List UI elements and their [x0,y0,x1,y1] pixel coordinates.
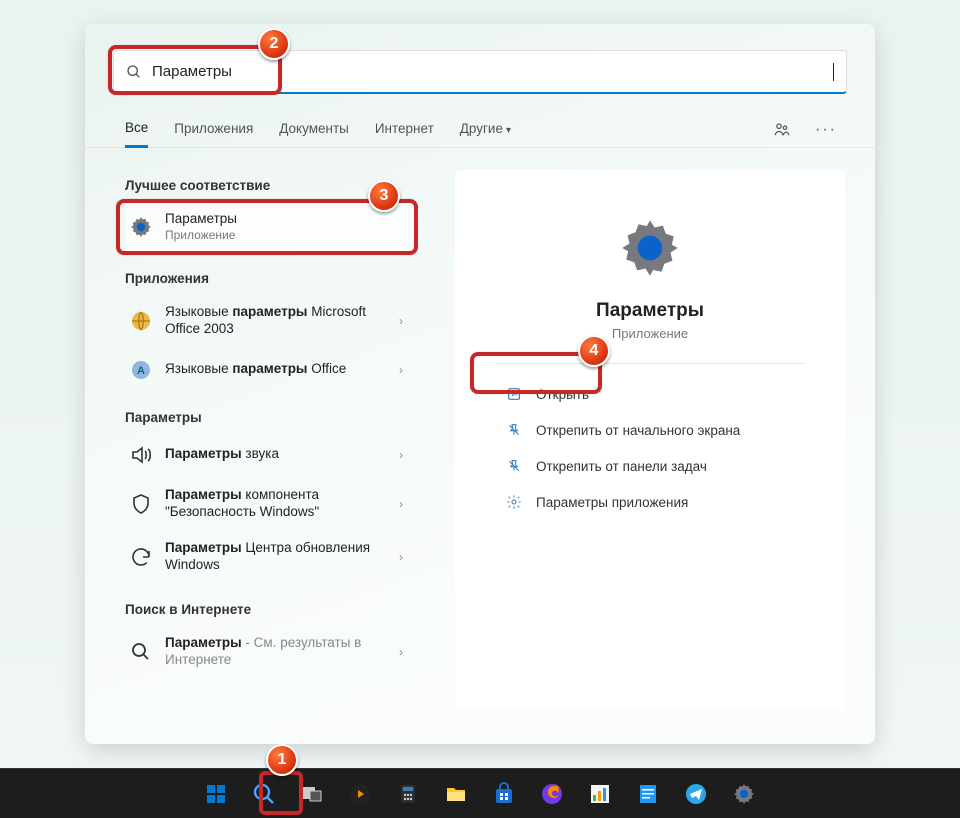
tab-documents[interactable]: Документы [279,113,349,146]
chevron-right-icon: › [399,314,409,328]
results-list: Лучшее соответствие Параметры Приложение… [85,148,425,744]
accounts-icon[interactable] [773,121,791,139]
text-cursor [833,63,834,81]
preview-subtitle: Приложение [612,326,688,341]
preview-pane: Параметры Приложение Открыть Открепить о… [455,170,845,710]
tab-apps[interactable]: Приложения [174,113,253,146]
result-web-search[interactable]: Параметры - См. результаты в Интернете › [125,625,419,679]
annotation-badge-3: 3 [368,180,400,212]
result-title: Параметры [165,211,409,228]
taskbar-notes-icon[interactable] [628,774,668,814]
settings-gear-icon-large [618,216,682,280]
search-icon [126,64,142,80]
more-options-icon[interactable]: ··· [817,121,835,139]
taskbar-start-button[interactable] [196,774,236,814]
tab-more[interactable]: Другие▾ [460,113,511,146]
svg-text:A: A [137,365,145,377]
taskbar-explorer-icon[interactable] [436,774,476,814]
taskbar-media-icon[interactable] [340,774,380,814]
action-label: Параметры приложения [536,495,688,510]
tab-web[interactable]: Интернет [375,113,434,146]
annotation-badge-1: 1 [266,744,298,776]
tab-all[interactable]: Все [125,112,148,148]
sound-icon [129,443,153,467]
action-label: Открыть [536,387,589,402]
taskbar-telegram-icon[interactable] [676,774,716,814]
preview-title: Параметры [596,300,704,322]
taskbar-calculator-icon[interactable] [388,774,428,814]
search-input-box[interactable]: Параметры [113,50,847,94]
result-security-settings[interactable]: Параметры компонента "Безопасность Windo… [125,477,419,531]
section-apps: Приложения [125,271,419,286]
annotation-badge-4: 4 [578,335,610,367]
result-title: Параметры - См. результаты в Интернете [165,635,387,669]
divider [496,363,804,364]
settings-gear-icon [129,215,153,239]
refresh-icon [129,545,153,569]
unpin-icon [506,422,522,438]
search-results-panel: Параметры Все Приложения Документы Интер… [85,24,875,744]
chevron-right-icon: › [399,363,409,377]
result-sound-settings[interactable]: Параметры звука › [125,433,419,477]
chevron-right-icon: › [399,550,409,564]
action-label: Открепить от панели задач [536,459,707,474]
section-settings: Параметры [125,410,419,425]
taskbar-taskview-button[interactable] [292,774,332,814]
action-app-settings[interactable]: Параметры приложения [496,486,804,518]
result-title: Параметры звука [165,446,387,463]
search-icon [129,640,153,664]
taskbar-firefox-icon[interactable] [532,774,572,814]
unpin-icon [506,458,522,474]
action-unpin-taskbar[interactable]: Открепить от панели задач [496,450,804,482]
action-unpin-start[interactable]: Открепить от начального экрана [496,414,804,446]
gear-icon [506,494,522,510]
taskbar-chart-icon[interactable] [580,774,620,814]
shield-icon [129,492,153,516]
action-open[interactable]: Открыть [496,378,804,410]
result-app-office2003[interactable]: Языковые параметры Microsoft Office 2003… [125,294,419,348]
open-icon [506,386,522,402]
globe-lang-icon [129,309,153,333]
result-title: Параметры компонента "Безопасность Windo… [165,487,387,521]
action-label: Открепить от начального экрана [536,423,740,438]
section-web: Поиск в Интернете [125,602,419,617]
search-input-value[interactable]: Параметры [152,63,823,80]
result-app-office[interactable]: A Языковые параметры Office › [125,348,419,392]
result-subtitle: Приложение [165,228,409,243]
result-update-settings[interactable]: Параметры Центра обновления Windows › [125,530,419,584]
taskbar [0,768,960,818]
taskbar-store-icon[interactable] [484,774,524,814]
globe-lang-icon: A [129,358,153,382]
chevron-right-icon: › [399,448,409,462]
chevron-right-icon: › [399,645,409,659]
taskbar-search-button[interactable] [244,774,284,814]
chevron-right-icon: › [399,497,409,511]
result-title: Языковые параметры Microsoft Office 2003 [165,304,387,338]
annotation-badge-2: 2 [258,28,290,60]
result-title: Параметры Центра обновления Windows [165,540,387,574]
result-title: Языковые параметры Office [165,361,387,378]
taskbar-settings-icon[interactable] [724,774,764,814]
filter-tabs: Все Приложения Документы Интернет Другие… [85,104,875,148]
